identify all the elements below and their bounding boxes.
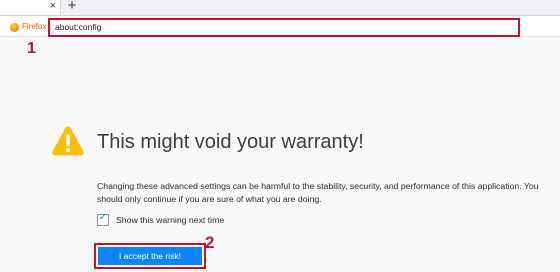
new-tab-button[interactable]: + [66,0,78,13]
close-tab-icon[interactable]: × [48,0,58,13]
warning-title: This might void your warranty! [97,131,364,153]
identity-label: Firefox [22,22,47,31]
step-marker-1: 1 [27,40,36,57]
tab-bar: × + [0,0,560,16]
tab-about-config[interactable]: × [0,0,61,15]
show-warning-checkbox[interactable]: ✓ [97,212,109,226]
step-marker-2: 2 [205,233,215,252]
checkmark-icon: ✓ [98,212,108,223]
warning-description: Changing these advanced settings can be … [97,181,539,204]
url-text[interactable]: about:config [55,22,101,33]
accept-risk-button[interactable]: I accept the risk! [98,247,202,265]
identity-box[interactable]: Firefox [10,21,46,33]
url-bar[interactable]: about:config [48,18,520,37]
firefox-icon [10,22,19,32]
show-warning-label[interactable]: Show this warning next time [116,213,224,227]
warning-triangle-icon [52,126,84,156]
browser-window: × + Firefox about:config 1 This might vo… [0,0,560,272]
show-warning-option[interactable]: ✓ Show this warning next time [97,212,224,227]
